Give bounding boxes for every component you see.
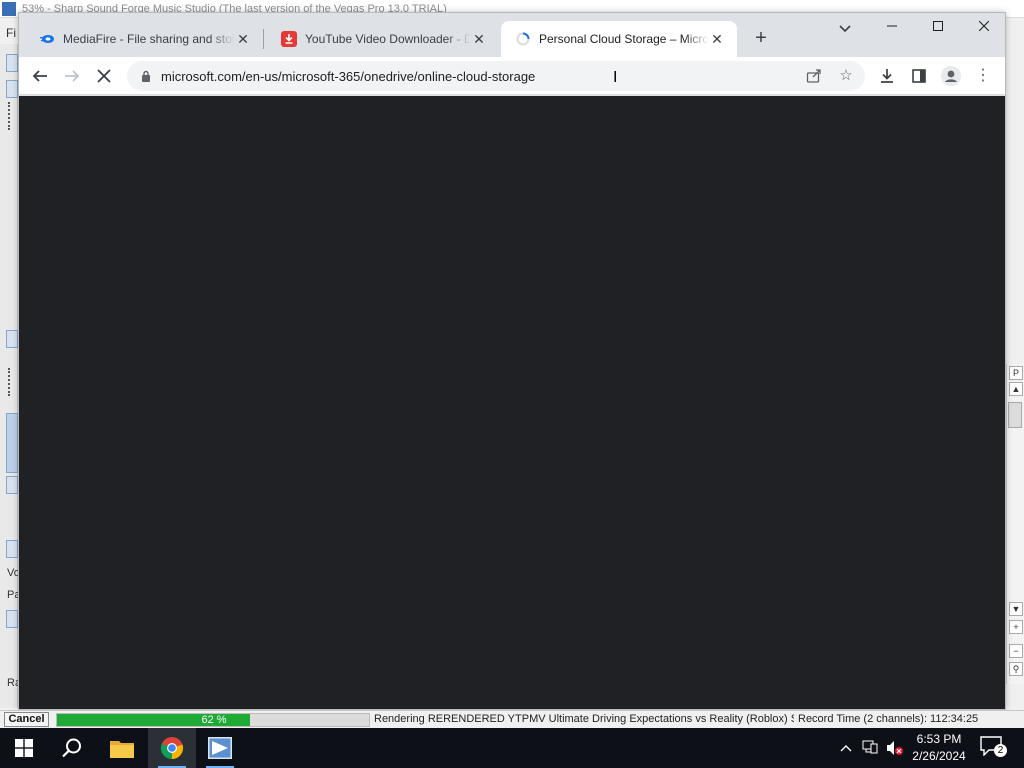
mediafire-icon [40,35,54,43]
sound-forge-icon [208,737,232,759]
search-icon [62,738,81,758]
tab-title: MediaFire - File sharing and storage [63,32,235,46]
more-menu-icon[interactable]: ⋮ [969,62,997,90]
magnifier-icon[interactable]: ⚲ [1009,662,1023,676]
notification-count-badge: 2 [994,744,1007,757]
chrome-taskbar-button[interactable] [148,728,196,768]
clock-date: 2/26/2024 [912,749,966,763]
background-menu-file[interactable]: Fi [6,26,16,40]
loading-spinner-icon [516,32,530,46]
new-tab-button[interactable]: + [747,25,775,53]
close-tab-icon[interactable]: ✕ [235,31,251,47]
scroll-up-icon[interactable]: ▲ [1009,382,1023,396]
browser-toolbar: microsoft.com/en-us/microsoft-365/onedri… [19,57,1005,95]
start-button[interactable] [0,728,48,768]
sound-forge-app-icon [2,2,16,16]
url-text[interactable]: microsoft.com/en-us/microsoft-365/onedri… [161,69,535,84]
share-icon[interactable] [805,67,823,85]
tab-mediafire[interactable]: MediaFire - File sharing and storage ✕ [25,21,263,57]
render-status-bar: Cancel 62 % Rendering RERENDERED YTPMV U… [0,710,1024,728]
tab-strip: MediaFire - File sharing and storage ✕ Y… [19,13,1005,57]
scroll-thumb[interactable] [1008,402,1022,428]
tab-title: Personal Cloud Storage – Microsoft [539,32,709,46]
maximize-button[interactable] [915,13,961,41]
zoom-out-icon[interactable]: − [1009,644,1023,658]
marker-icon[interactable]: P [1009,366,1023,380]
tab-separator [263,29,264,49]
toolbar-grip-icon[interactable] [8,368,11,396]
render-progress-bar: 62 % [56,713,370,727]
close-tab-icon[interactable]: ✕ [709,31,725,47]
profile-avatar-icon[interactable] [937,62,965,90]
sound-forge-taskbar-button[interactable] [196,728,244,768]
file-explorer-icon [110,741,134,758]
text-cursor-icon: I [613,69,618,86]
windows-taskbar: 6:53 PM 2/26/2024 2 [0,728,1024,768]
forward-arrow-icon[interactable] [58,62,86,90]
download-icon[interactable] [873,62,901,90]
show-hidden-icons-chevron-icon[interactable] [838,740,854,756]
chrome-window: MediaFire - File sharing and storage ✕ Y… [18,12,1006,710]
panel-chip[interactable] [6,476,18,494]
stop-loading-icon[interactable] [90,62,118,90]
file-explorer-button[interactable] [98,728,146,768]
minimize-button[interactable] [869,13,915,41]
panel-chip[interactable] [6,330,18,348]
bookmark-star-icon[interactable]: ☆ [837,67,855,85]
windows-logo-icon [15,739,33,757]
background-left-panel [0,44,18,708]
lock-icon[interactable] [141,70,151,82]
cancel-render-button[interactable]: Cancel [4,712,49,727]
panel-chip[interactable] [6,610,18,628]
page-content-area[interactable] [19,96,1005,709]
taskbar-clock[interactable]: 6:53 PM 2/26/2024 [906,731,972,765]
record-time-text: Record Time (2 channels): 112:34:25 [798,713,979,725]
download-red-icon [281,31,297,47]
volume-muted-icon[interactable] [886,740,903,756]
close-window-button[interactable] [961,13,1007,41]
chrome-icon [160,737,184,760]
tab-onedrive[interactable]: Personal Cloud Storage – Microsoft ✕ [501,21,737,57]
zoom-in-icon[interactable]: + [1009,620,1023,634]
network-icon[interactable] [862,740,878,756]
panel-arrow-icon[interactable] [6,80,18,98]
clock-time: 6:53 PM [916,732,962,746]
render-status-text: Rendering RERENDERED YTPMV Ultimate Driv… [374,713,794,725]
side-panel-icon[interactable] [905,62,933,90]
address-bar[interactable]: microsoft.com/en-us/microsoft-365/onedri… [127,61,865,91]
panel-chip[interactable] [6,540,18,558]
close-tab-icon[interactable]: ✕ [471,31,487,47]
tab-title: YouTube Video Downloader - Download [305,32,471,46]
action-center-button[interactable]: 2 [980,736,1008,760]
scroll-down-icon[interactable]: ▼ [1009,602,1023,616]
back-arrow-icon[interactable] [26,62,54,90]
toolbar-grip-icon[interactable] [8,102,11,130]
render-progress-label: 62 % [201,714,227,726]
tab-youtube-downloader[interactable]: YouTube Video Downloader - Download ✕ [267,21,499,57]
panel-chip[interactable] [6,54,18,72]
track-region[interactable] [6,413,18,473]
tab-search-chevron-icon[interactable] [831,17,859,41]
taskbar-search-button[interactable] [48,728,96,768]
